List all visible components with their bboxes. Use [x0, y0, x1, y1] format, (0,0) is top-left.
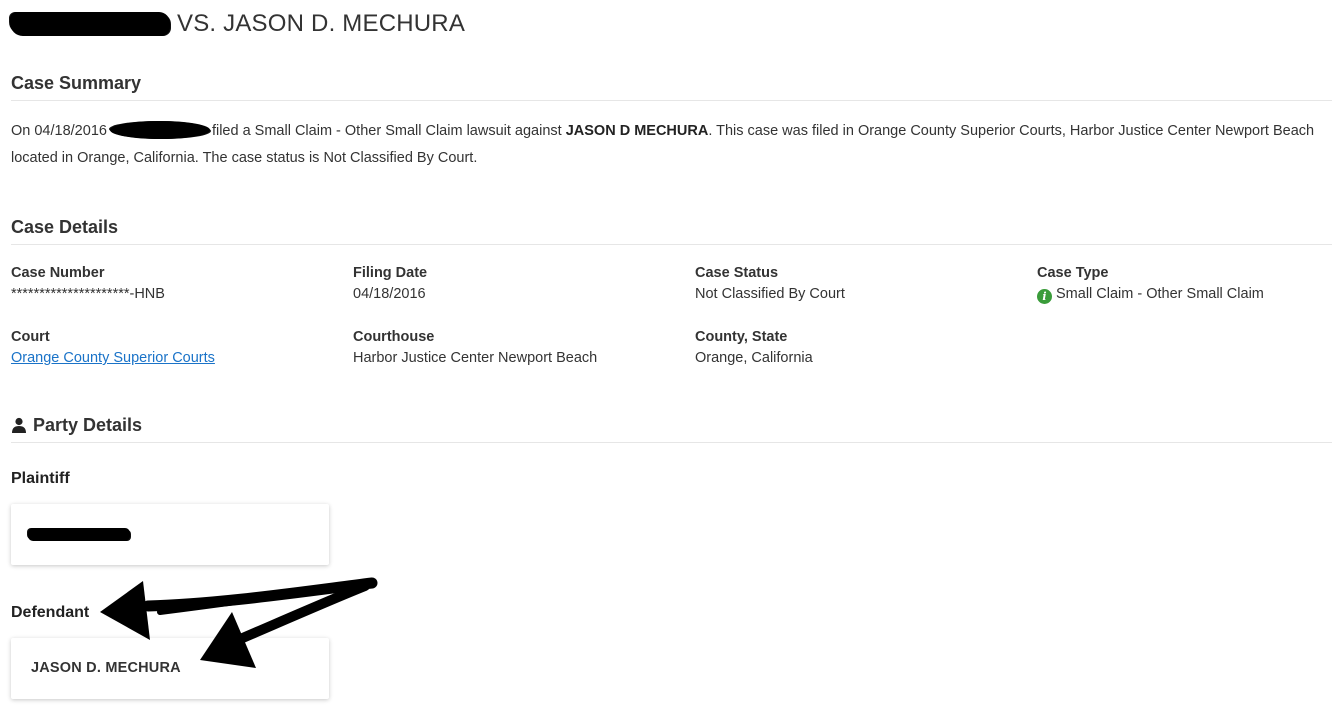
case-summary-heading: Case Summary	[11, 73, 142, 93]
redacted-plaintiff-inline	[110, 122, 209, 138]
case-title: VS. JASON D. MECHURA	[11, 8, 465, 40]
filing-date-label: Filing Date	[353, 265, 428, 281]
party-details-heading: Party Details	[11, 415, 142, 438]
divider	[11, 442, 1332, 443]
county-state-label: County, State	[695, 329, 788, 345]
summary-middle: filed a Small Claim - Other Small Claim …	[211, 123, 562, 139]
courthouse-value: Harbor Justice Center Newport Beach	[353, 350, 598, 366]
court-label: Court	[11, 329, 50, 345]
arrow-to-defendant-label	[100, 577, 378, 640]
case-title-text: VS. JASON D. MECHURA	[177, 10, 466, 37]
defendant-label: Defendant	[11, 604, 90, 621]
county-state-value: Orange, California	[695, 350, 813, 366]
court-value: Orange County Superior Courts	[11, 350, 215, 366]
person-icon	[11, 417, 27, 438]
defendant-card[interactable]: JASON D. MECHURA	[11, 638, 329, 699]
redacted-plaintiff-card-name	[29, 529, 129, 540]
case-number-label: Case Number	[11, 265, 105, 281]
summary-defendant-name: JASON D MECHURA	[565, 123, 709, 139]
case-type-label: Case Type	[1037, 265, 1109, 281]
case-number-value: *********************-HNB	[11, 286, 165, 302]
defendant-name[interactable]: JASON D. MECHURA	[31, 660, 181, 676]
redacted-plaintiff-name	[11, 13, 169, 35]
case-type-text: Small Claim - Other Small Claim	[1056, 286, 1264, 302]
courthouse-label: Courthouse	[353, 329, 435, 345]
party-details-text: Party Details	[33, 415, 143, 435]
case-type-value: i Small Claim - Other Small Claim	[1037, 286, 1264, 304]
case-status-value: Not Classified By Court	[695, 286, 845, 302]
plaintiff-card[interactable]	[11, 504, 329, 565]
filing-date-value: 04/18/2016	[353, 286, 426, 302]
summary-prefix: On 04/18/2016	[11, 123, 107, 139]
divider	[11, 244, 1332, 245]
court-link[interactable]: Orange County Superior Courts	[11, 350, 215, 366]
case-details-heading: Case Details	[11, 217, 119, 237]
case-summary-text: On 04/18/2016 filed a Small Claim - Other…	[11, 118, 1329, 172]
plaintiff-label: Plaintiff	[11, 470, 70, 487]
case-status-label: Case Status	[695, 265, 779, 281]
info-icon[interactable]: i	[1037, 289, 1052, 304]
divider	[11, 100, 1332, 101]
